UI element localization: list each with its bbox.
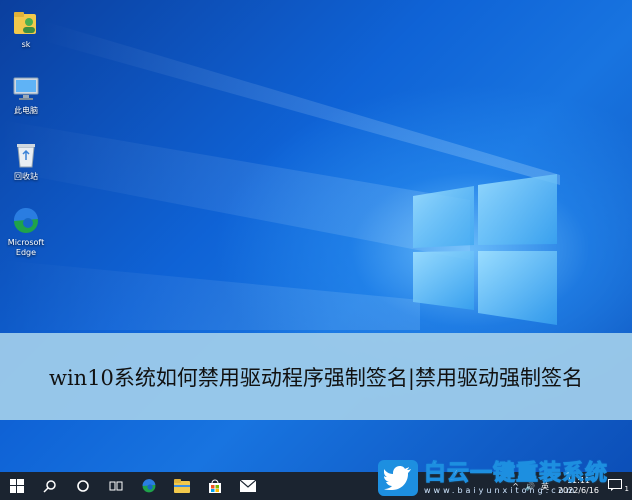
watermark-url: www.baiyunxitong.com <box>424 485 578 495</box>
search-button[interactable] <box>33 472 66 500</box>
title-banner: win10系统如何禁用驱动程序强制签名|禁用驱动强制签名 <box>0 333 632 420</box>
cortana-circle-icon <box>76 480 89 492</box>
banner-title: win10系统如何禁用驱动程序强制签名|禁用驱动强制签名 <box>48 365 583 390</box>
store-bag-icon <box>208 479 221 493</box>
cortana-button[interactable] <box>66 472 99 500</box>
desktop-icon-this-pc[interactable]: 此电脑 <box>2 74 50 116</box>
task-view-button[interactable] <box>99 472 132 500</box>
desktop-icon-label: sk <box>21 40 31 49</box>
watermark-text: 白云一键重装系统 www.baiyunxitong.com <box>423 460 609 495</box>
mail-button[interactable] <box>231 472 264 500</box>
this-pc-icon <box>13 77 39 100</box>
folder-icon <box>173 479 190 493</box>
desktop-icon-user-folder[interactable]: sk <box>2 8 50 50</box>
recycle-bin-icon <box>17 144 35 168</box>
edge-icon <box>13 207 38 233</box>
mail-icon <box>239 480 256 492</box>
taskbar-edge-button[interactable] <box>132 472 165 500</box>
windows-logo-pane-br <box>478 251 557 325</box>
windows-logo-pane-tr <box>478 174 557 245</box>
windows-logo-pane-bl <box>413 251 474 310</box>
search-icon <box>42 480 56 493</box>
file-explorer-button[interactable] <box>165 472 198 500</box>
watermark: 白云一键重装系统 www.baiyunxitong.com <box>378 456 632 500</box>
store-button[interactable] <box>198 472 231 500</box>
task-view-icon <box>109 481 122 491</box>
edge-icon <box>142 479 155 493</box>
desktop-icon-label: 回收站 <box>14 172 38 181</box>
watermark-title: 白云一键重装系统 <box>423 460 609 486</box>
watermark-logo <box>378 460 418 496</box>
desktop-icon-recycle-bin[interactable]: 回收站 <box>2 140 50 182</box>
desktop-icon-label: Microsoft Edge <box>7 238 45 257</box>
windows-start-icon <box>9 479 24 493</box>
user-folder-icon <box>14 12 36 34</box>
windows-logo-pane-tl <box>413 186 474 248</box>
start-button[interactable] <box>0 472 33 500</box>
twitter-bird-icon <box>384 466 411 490</box>
desktop-icon-edge[interactable]: Microsoft Edge <box>2 206 50 258</box>
desktop-icon-label: 此电脑 <box>14 106 38 115</box>
